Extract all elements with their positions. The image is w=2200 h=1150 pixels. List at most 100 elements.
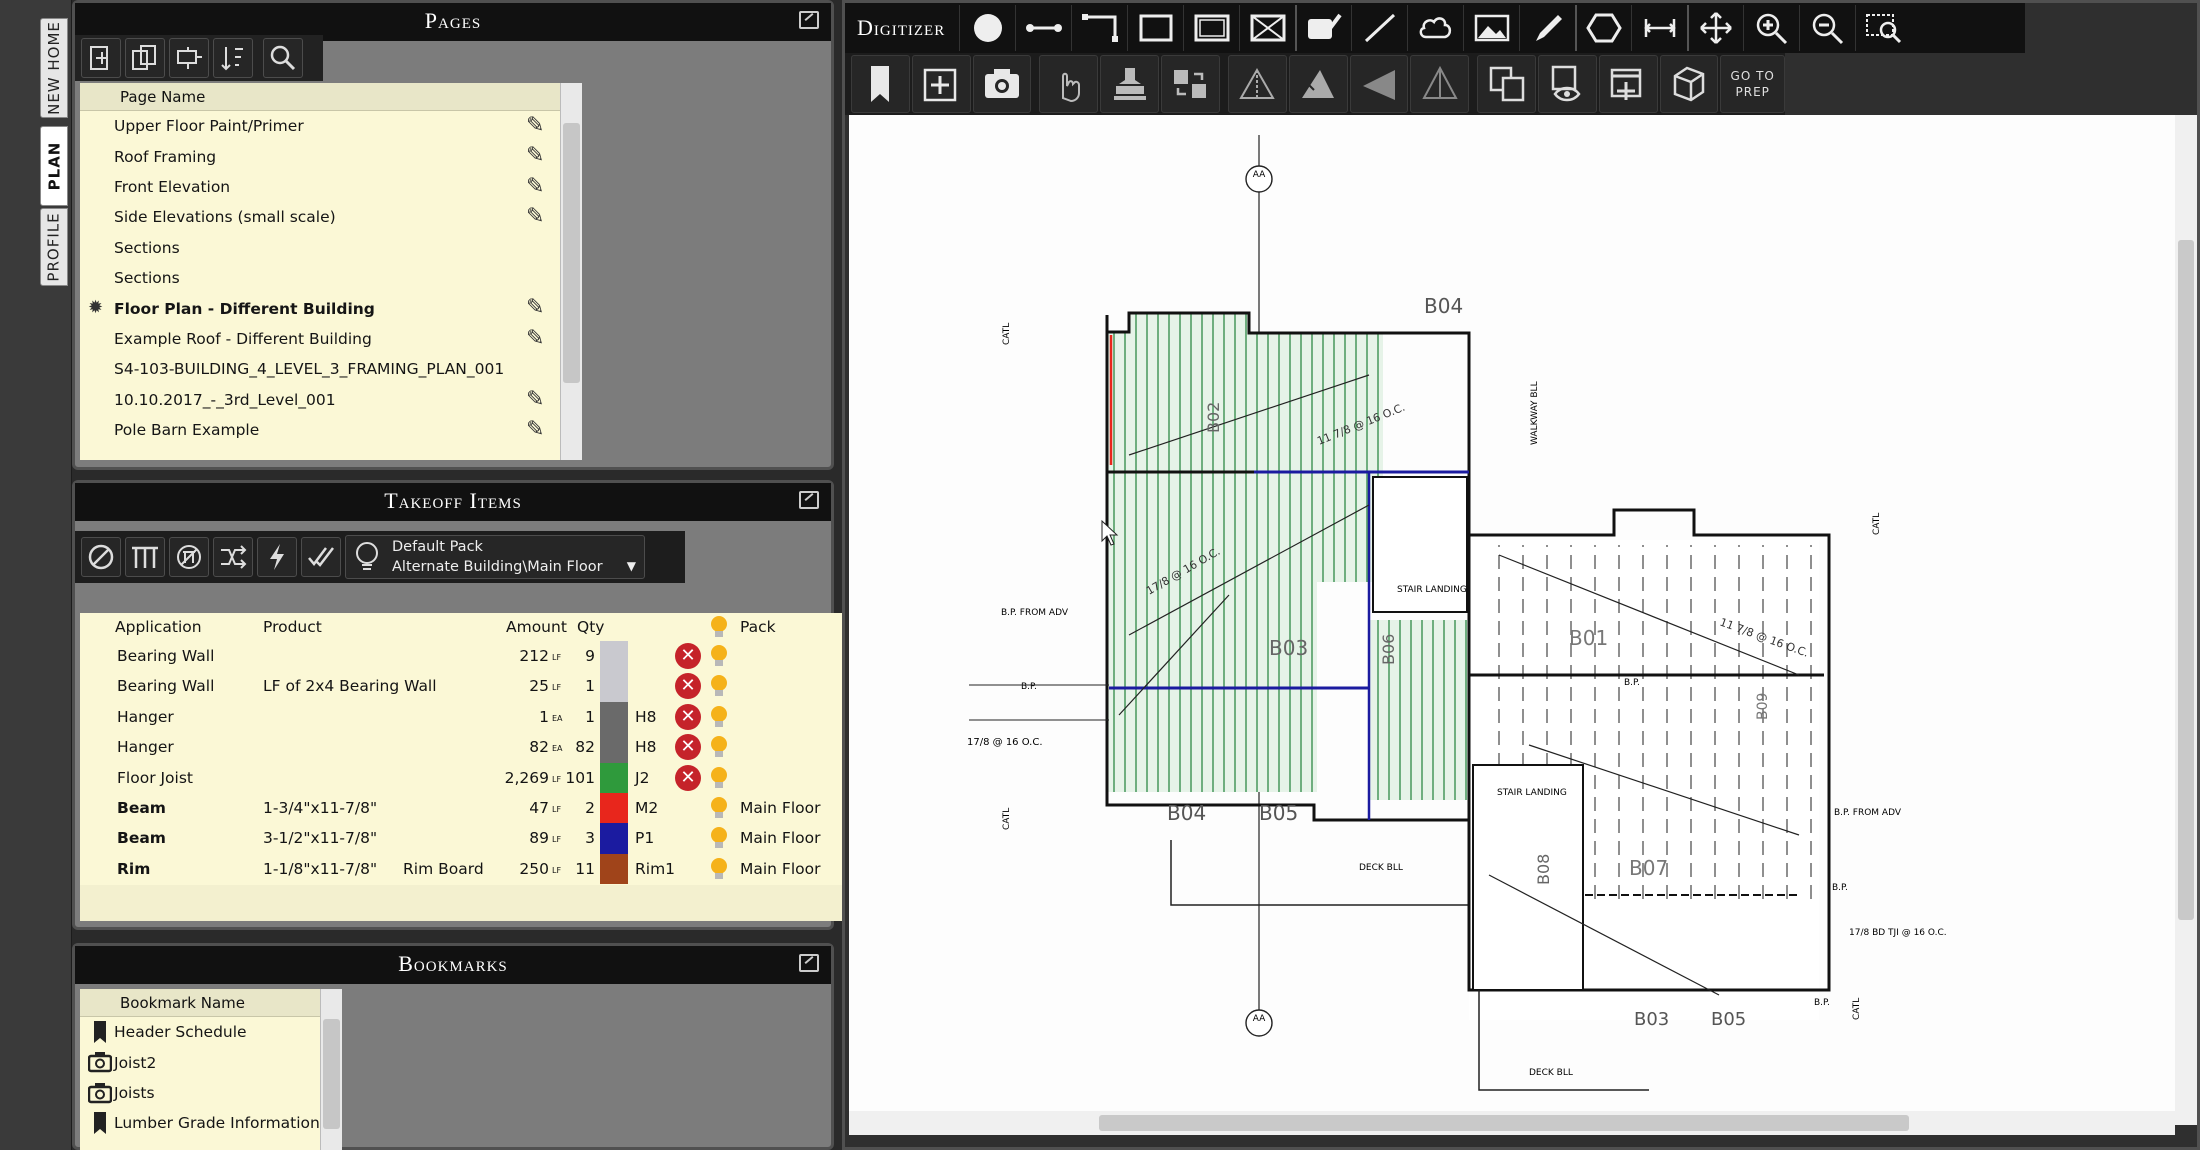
bookmarks-column-header[interactable]: Bookmark Name (80, 989, 320, 1017)
draw-line-button[interactable] (1351, 5, 1407, 51)
plan-canvas[interactable]: AA AA STAIR LANDING B04 B05 B04 B03 B06 … (849, 115, 2175, 1125)
lightbulb-icon[interactable] (710, 705, 728, 728)
polygon-tool-button[interactable] (1575, 5, 1631, 51)
pack-selector[interactable]: Default Pack Alternate Building\Main Flo… (345, 535, 645, 579)
page-list-item[interactable]: Front Elevation ✎ (80, 172, 560, 202)
bookmark-list-item[interactable]: Header Schedule (80, 1017, 320, 1047)
takeoff-row[interactable]: Bearing Wall 212 LF 9 ✕ (80, 641, 900, 672)
bookmarks-scroll-thumb[interactable] (323, 1019, 340, 1129)
pack-header[interactable]: Pack (740, 618, 776, 636)
tab-profile[interactable]: PROFILE (40, 208, 68, 286)
canvas-horizontal-scrollbar[interactable] (849, 1111, 2175, 1135)
canvas-vertical-thumb[interactable] (2178, 240, 2194, 920)
delete-icon[interactable]: ✕ (675, 734, 701, 761)
polyline-tool-button[interactable] (1071, 5, 1127, 51)
stamp-tool-button[interactable] (1100, 55, 1160, 113)
filter-off-button[interactable] (81, 537, 121, 577)
go-to-prep-button[interactable]: GO TO PREP (1720, 55, 1786, 113)
add-page-button[interactable] (81, 38, 121, 78)
bookmarks-scrollbar[interactable] (320, 989, 342, 1150)
framing-button[interactable] (125, 537, 165, 577)
pin-icon[interactable] (799, 11, 819, 29)
snapshot-button[interactable] (972, 55, 1032, 113)
takeoff-row[interactable]: Beam 3-1/2"x11-7/8" 89 LF 3 P1 Main Floor (80, 823, 900, 854)
wedge-button[interactable] (1349, 55, 1409, 113)
takeoff-row[interactable]: Hanger 82 EA 82 H8 ✕ (80, 732, 900, 763)
page-list-item[interactable]: Upper Floor Paint/Primer ✎ (80, 111, 560, 141)
view-layer-button[interactable] (1537, 55, 1597, 113)
page-compare-button[interactable] (1477, 55, 1536, 113)
pencil-icon[interactable]: ✎ (526, 297, 554, 319)
page-list-item[interactable]: S4-103-BUILDING_4_LEVEL_3_FRAMING_PLAN_0… (80, 354, 560, 384)
pencil-icon[interactable]: ✎ (526, 115, 554, 137)
pan-tool-button[interactable] (1687, 5, 1743, 51)
page-list-item[interactable]: Pole Barn Example ✎ (80, 415, 560, 445)
lightbulb-icon[interactable] (710, 857, 728, 880)
lightbulb-icon[interactable] (710, 797, 728, 819)
highlighter-tool-button[interactable] (1519, 5, 1575, 51)
page-tools-button[interactable] (169, 38, 209, 78)
page-list-item[interactable]: Sections (80, 233, 560, 263)
3d-view-button[interactable] (1659, 55, 1719, 113)
floor-plan-drawing[interactable]: AA AA STAIR LANDING B04 B05 B04 B03 B06 … (849, 115, 2175, 1125)
bookmark-button[interactable] (851, 55, 910, 113)
takeoff-row[interactable]: Bearing Wall LF of 2x4 Bearing Wall 25 LF 1 ✕ (80, 671, 900, 702)
line-tool-button[interactable] (1015, 5, 1071, 51)
lightbulb-icon[interactable] (710, 827, 728, 849)
pin-icon[interactable] (799, 954, 819, 972)
area-tool-button[interactable] (1239, 5, 1295, 51)
pin-icon[interactable] (799, 491, 819, 509)
page-list-item[interactable]: Roof Framing ✎ (80, 141, 560, 171)
delete-icon[interactable]: ✕ (675, 643, 701, 669)
select-tool-button[interactable] (1039, 55, 1099, 113)
copy-page-button[interactable] (125, 38, 165, 78)
takeoff-row[interactable]: Floor Joist 2,269 LF 101 J2 ✕ (80, 762, 900, 793)
pages-scroll-thumb[interactable] (563, 123, 580, 383)
pencil-icon[interactable]: ✎ (526, 145, 554, 167)
rectangle-tool-button[interactable] (1127, 5, 1183, 51)
lightbulb-icon[interactable] (710, 736, 728, 758)
zoom-window-button[interactable] (1855, 5, 1911, 51)
delete-icon[interactable]: ✕ (675, 673, 701, 700)
canvas-vertical-scrollbar[interactable] (2175, 115, 2197, 1125)
pencil-icon[interactable]: ✎ (526, 418, 554, 441)
pencil-icon[interactable]: ✎ (526, 327, 554, 350)
canvas-horizontal-thumb[interactable] (1099, 1115, 1909, 1131)
page-list-item[interactable]: Sections (80, 263, 560, 293)
page-list-item[interactable]: ✹ Floor Plan - Different Building ✎ (80, 293, 560, 323)
gable-button[interactable] (1410, 55, 1470, 113)
delete-icon[interactable]: ✕ (675, 703, 701, 730)
takeoff-row[interactable]: Rim 1-1/8"x11-7/8" Rim Board 250 LF 11 Rim1 Mai… (80, 853, 900, 885)
image-tool-button[interactable] (1463, 5, 1519, 51)
takeoff-row[interactable]: Beam 1-3/4"x11-7/8" 47 LF 2 M2 Main Floor (80, 793, 900, 824)
check-all-button[interactable] (301, 537, 341, 577)
zoom-in-button[interactable] (1743, 5, 1799, 51)
application-header[interactable]: Application (115, 618, 202, 636)
takeoff-row[interactable]: Hanger 1 EA 1 H8 ✕ (80, 701, 900, 733)
add-note-button[interactable] (911, 55, 971, 113)
page-list-item[interactable]: Side Elevations (small scale) ✎ (80, 202, 560, 232)
zoom-out-button[interactable] (1799, 5, 1855, 51)
bookmark-list-item[interactable]: Joist2 (80, 1047, 320, 1077)
pencil-icon[interactable]: ✎ (526, 388, 554, 411)
hip-roof-button[interactable] (1288, 55, 1348, 113)
point-tool-button[interactable] (959, 5, 1015, 51)
wall-tool-button[interactable] (1183, 5, 1239, 51)
lightbulb-icon[interactable] (710, 645, 728, 667)
bookmark-list-item[interactable]: Joists (80, 1078, 320, 1108)
hide-framing-button[interactable] (169, 537, 209, 577)
page-list-item[interactable]: 10.10.2017_-_3rd_Level_001 ✎ (80, 385, 560, 415)
pencil-icon[interactable]: ✎ (526, 175, 554, 198)
transfer-tool-button[interactable] (1161, 55, 1220, 113)
qty-header[interactable]: Qty (577, 618, 604, 636)
tab-new-home[interactable]: NEW HOME (40, 18, 68, 118)
tab-plan[interactable]: PLAN (40, 126, 68, 206)
roof-pitch-button[interactable] (1227, 55, 1287, 113)
lightbulb-icon[interactable] (710, 766, 728, 789)
pages-column-header[interactable]: Page Name (80, 83, 560, 111)
cloud-tool-button[interactable] (1407, 5, 1463, 51)
delete-icon[interactable]: ✕ (675, 764, 701, 791)
quick-apply-button[interactable] (257, 537, 297, 577)
page-list-item[interactable]: Example Roof - Different Building ✎ (80, 324, 560, 354)
add-window-button[interactable] (1598, 55, 1658, 113)
